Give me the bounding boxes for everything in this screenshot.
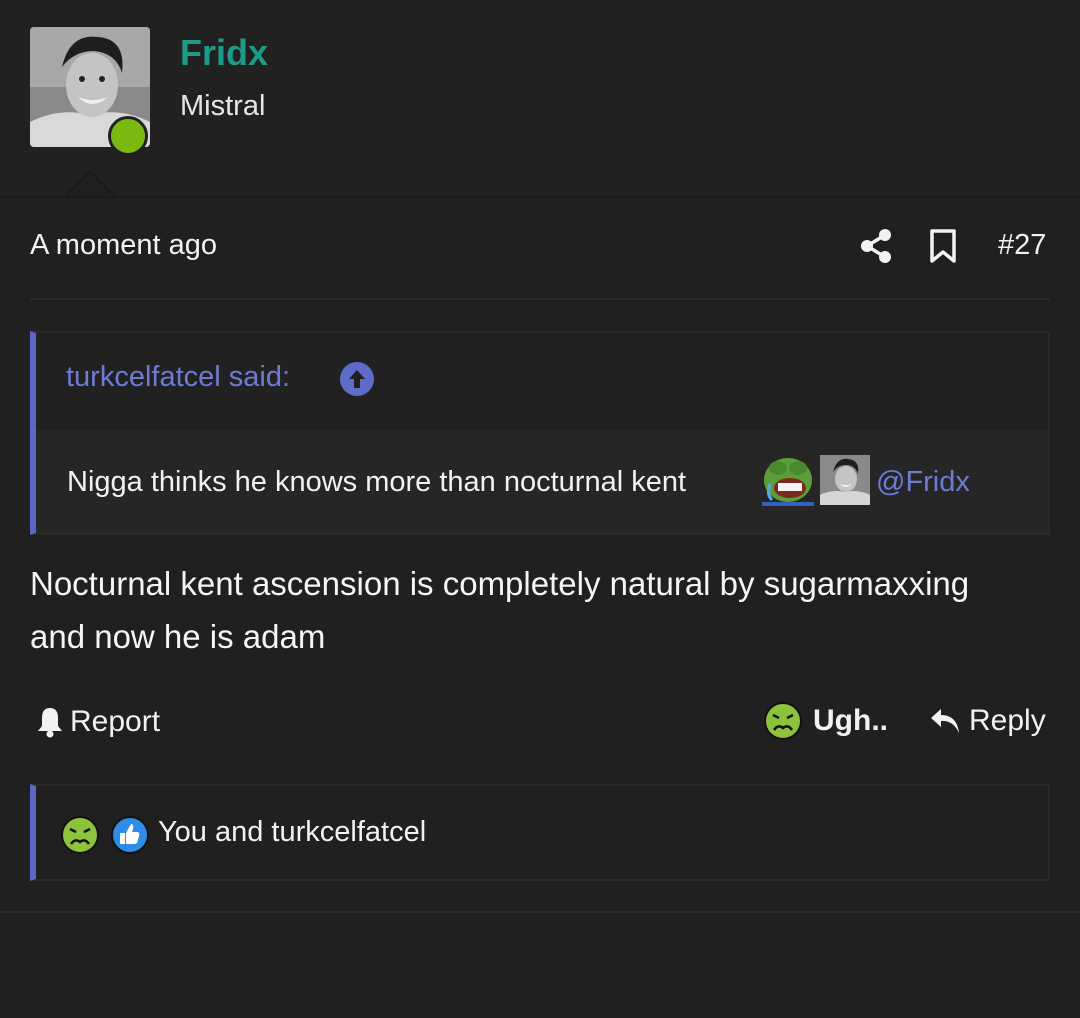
- like-icon: [110, 815, 150, 855]
- bell-icon: [38, 708, 62, 738]
- quote-text: Nigga thinks he knows more than nocturna…: [67, 466, 687, 498]
- share-icon[interactable]: [859, 228, 893, 264]
- bookmark-icon[interactable]: [929, 229, 957, 263]
- reply-label: Reply: [969, 704, 1046, 737]
- jump-to-quote-icon[interactable]: [340, 362, 374, 396]
- post-number-link[interactable]: #27: [998, 229, 1046, 262]
- user-header: Fridx Mistral: [0, 0, 1080, 199]
- bottom-divider: [0, 911, 1080, 913]
- report-label: Report: [70, 705, 161, 738]
- quote-content: Nigga thinks he knows more than nocturna…: [36, 430, 1048, 533]
- reactions-summary-link[interactable]: You and turkcelfatcel: [158, 816, 426, 849]
- quote-block: turkcelfatcel said: Nigga thinks he know…: [30, 331, 1050, 535]
- reaction-button[interactable]: Ugh..: [763, 700, 888, 742]
- header-divider: [0, 196, 1080, 198]
- meta-divider: [30, 298, 1050, 300]
- post-body-text: Nocturnal kent ascension is completely n…: [30, 565, 970, 655]
- user-title: Mistral: [180, 90, 266, 122]
- reply-arrow-icon: [931, 709, 959, 733]
- username-link[interactable]: Fridx: [180, 32, 268, 74]
- reactions-bar: You and turkcelfatcel: [30, 784, 1050, 881]
- quote-author-link[interactable]: turkcelfatcel said:: [66, 361, 290, 394]
- reaction-label: Ugh..: [813, 704, 888, 737]
- post-page: Fridx Mistral A moment ago #27 turkcelfa…: [0, 0, 1080, 1018]
- report-button[interactable]: Report: [36, 702, 160, 742]
- user-mention-link[interactable]: @Fridx: [876, 466, 970, 499]
- pepe-laughing-emoji-icon: [762, 454, 814, 506]
- sick-emoji-icon: [764, 702, 802, 740]
- reply-button[interactable]: Reply: [929, 700, 1046, 742]
- mention-avatar: [820, 455, 870, 505]
- online-status-indicator: [108, 116, 148, 156]
- sick-emoji-icon: [60, 815, 100, 855]
- post-timestamp[interactable]: A moment ago: [30, 229, 217, 262]
